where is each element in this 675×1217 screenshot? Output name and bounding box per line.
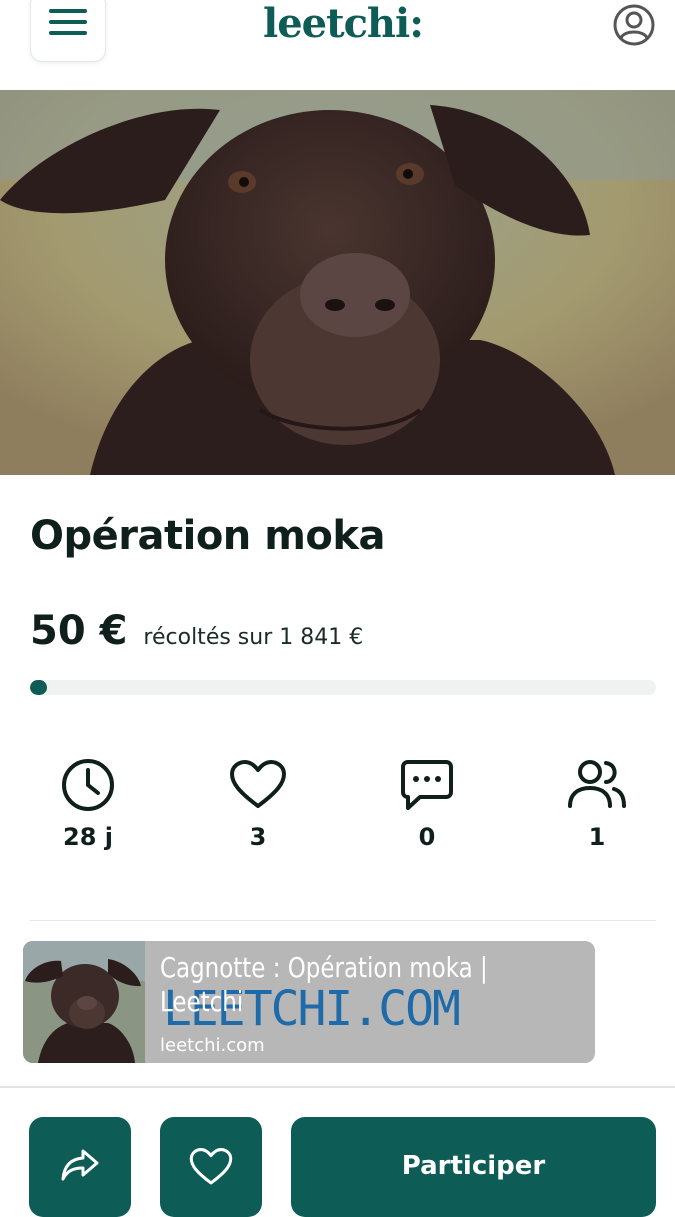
stat-value: 3 bbox=[249, 823, 267, 851]
stat-value: 0 bbox=[418, 823, 436, 851]
clock-icon bbox=[62, 759, 114, 811]
stat-likes[interactable]: 3 bbox=[198, 755, 318, 851]
participate-label: Participer bbox=[401, 1151, 546, 1181]
comment-icon bbox=[401, 760, 453, 810]
share-button[interactable] bbox=[29, 1117, 131, 1217]
raised-goal-text: récoltés sur 1 841 € bbox=[143, 625, 364, 650]
stat-value: 1 bbox=[588, 823, 606, 851]
campaign-title: Opération moka bbox=[30, 513, 385, 559]
link-preview-card[interactable]: LEETCHI.COM Cagnotte : Opération moka | … bbox=[23, 941, 595, 1063]
campaign-photo bbox=[0, 90, 675, 475]
stat-participants[interactable]: 1 bbox=[537, 755, 657, 851]
like-button[interactable] bbox=[160, 1117, 262, 1217]
menu-button[interactable] bbox=[30, 0, 106, 62]
users-icon bbox=[568, 760, 626, 808]
raised-amount: 50 € bbox=[30, 608, 128, 654]
divider bbox=[30, 920, 656, 921]
account-icon[interactable] bbox=[612, 3, 656, 47]
link-preview-domain: leetchi.com bbox=[160, 1035, 265, 1056]
stat-comments[interactable]: 0 bbox=[367, 755, 487, 851]
heart-icon bbox=[189, 1148, 233, 1185]
amount-row: 50 € récoltés sur 1 841 € bbox=[30, 608, 363, 658]
progress-bar bbox=[30, 680, 656, 695]
link-preview-title: Cagnotte : Opération moka | Leetchi bbox=[160, 951, 488, 1018]
stat-value: 28 j bbox=[63, 823, 113, 851]
divider bbox=[0, 1086, 675, 1088]
participate-button[interactable]: Participer bbox=[291, 1117, 656, 1217]
header: leetchi: bbox=[0, 0, 675, 90]
link-preview-thumbnail bbox=[23, 941, 145, 1063]
hamburger-icon bbox=[49, 9, 87, 35]
share-arrow-icon bbox=[61, 1149, 99, 1181]
logo[interactable]: leetchi: bbox=[263, 0, 424, 48]
progress-fill bbox=[30, 680, 47, 695]
stat-days-left: 28 j bbox=[28, 755, 148, 851]
heart-icon bbox=[230, 760, 286, 808]
